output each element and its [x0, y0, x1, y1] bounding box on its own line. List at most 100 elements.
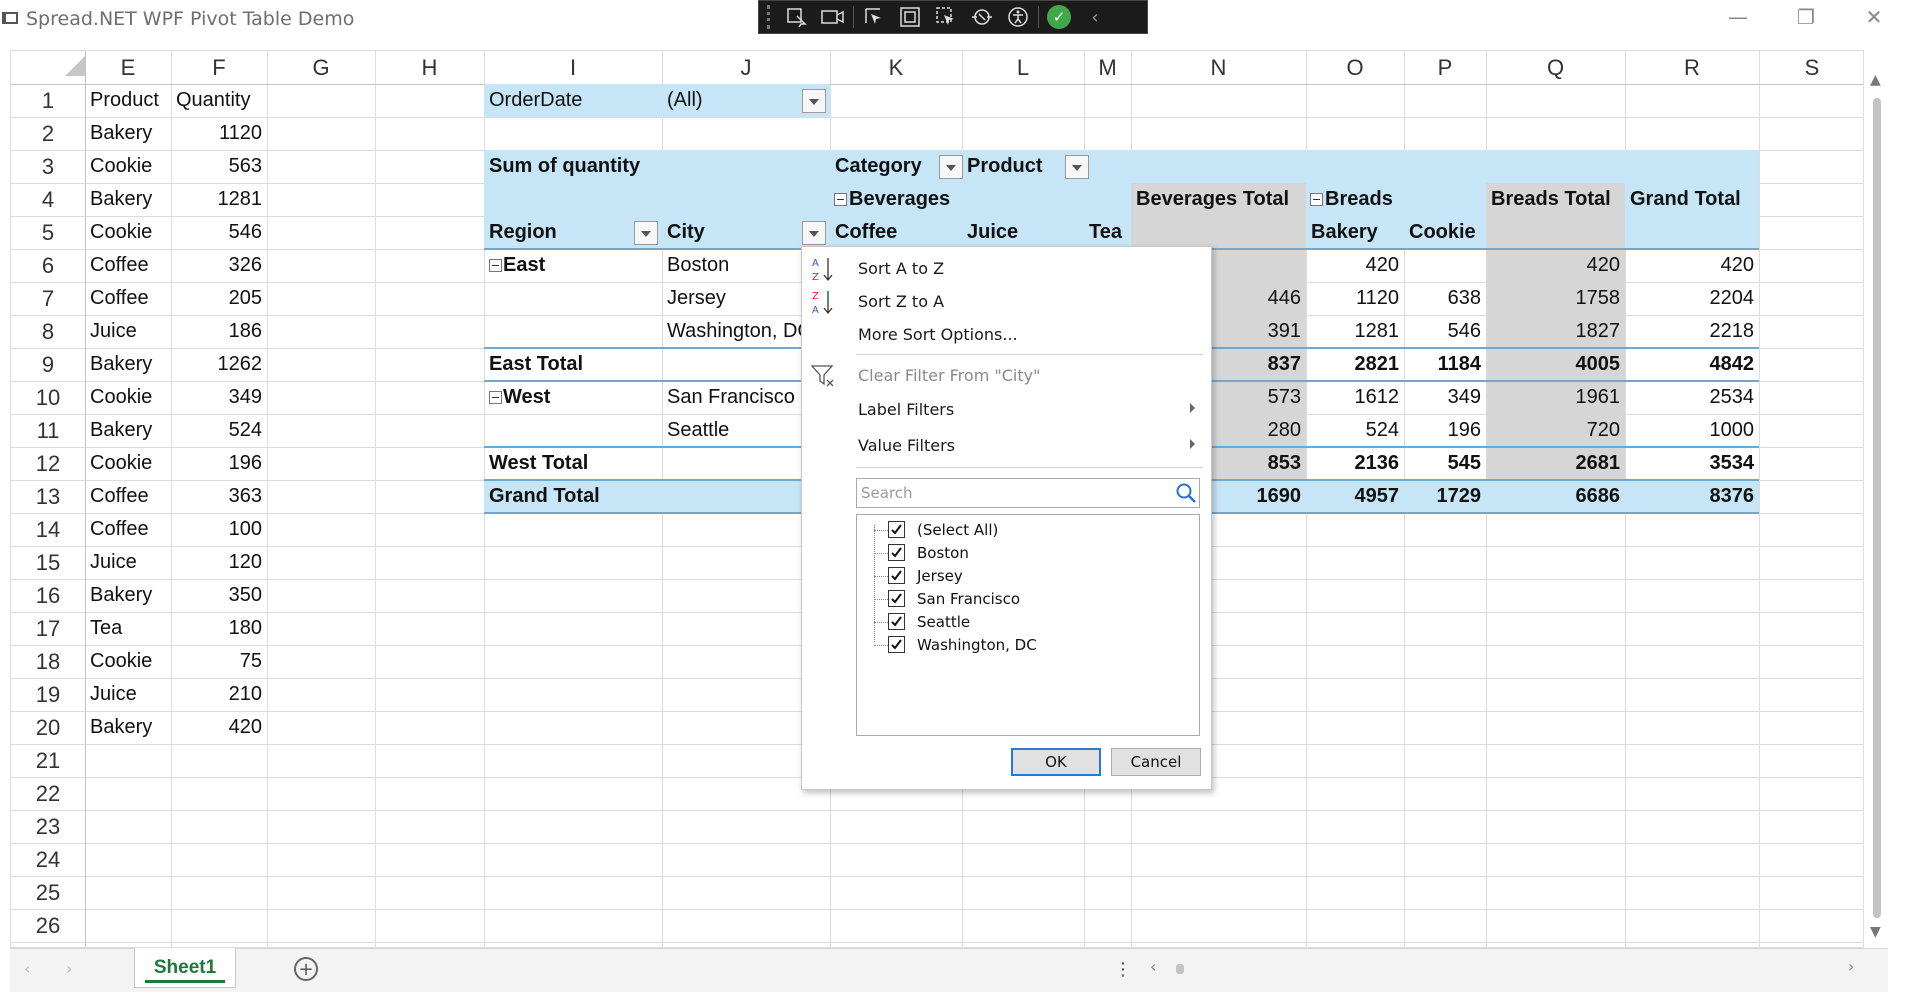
product-tea-header[interactable]: Tea: [1084, 216, 1131, 249]
column-header-i[interactable]: I: [484, 51, 662, 84]
row-header-8[interactable]: 8: [11, 315, 85, 348]
cookie-cell[interactable]: [1404, 249, 1486, 282]
checkbox-checked-icon[interactable]: [888, 544, 905, 561]
scroll-right-icon[interactable]: ›: [1848, 957, 1854, 976]
row-header-11[interactable]: 11: [11, 414, 85, 447]
bakery-cell[interactable]: 1612: [1306, 381, 1404, 414]
source-quantity-cell[interactable]: 196: [171, 447, 267, 480]
breads-header[interactable]: Breads: [1320, 183, 1486, 216]
product-bakery-header[interactable]: Bakery: [1306, 216, 1404, 249]
breads-total-cell[interactable]: 1827: [1486, 315, 1625, 348]
vertical-scrollbar[interactable]: ▲ ▼: [1866, 50, 1888, 948]
source-product-cell[interactable]: Bakery: [85, 117, 171, 150]
row-header-23[interactable]: 23: [11, 810, 85, 843]
source-product-cell[interactable]: Cookie: [85, 381, 171, 414]
binding-failures-icon[interactable]: [966, 3, 998, 31]
toolbar-grip-icon[interactable]: [767, 5, 777, 29]
row-header-22[interactable]: 22: [11, 777, 85, 810]
row-header-15[interactable]: 15: [11, 546, 85, 579]
row-header-18[interactable]: 18: [11, 645, 85, 678]
row-header-25[interactable]: 25: [11, 876, 85, 909]
source-quantity-cell[interactable]: 1262: [171, 348, 267, 381]
source-product-cell[interactable]: Bakery: [85, 711, 171, 744]
source-quantity-cell[interactable]: 100: [171, 513, 267, 546]
source-quantity-cell[interactable]: 326: [171, 249, 267, 282]
source-quantity-cell[interactable]: 524: [171, 414, 267, 447]
source-product-cell[interactable]: Cookie: [85, 447, 171, 480]
cookie-cell[interactable]: 1729: [1404, 480, 1486, 513]
row-header-24[interactable]: 24: [11, 843, 85, 876]
source-quantity-cell[interactable]: 205: [171, 282, 267, 315]
sort-z-to-a-item[interactable]: Z A Sort Z to A: [802, 286, 1207, 316]
column-header-l[interactable]: L: [962, 51, 1084, 84]
grand-total-cell[interactable]: 3534: [1625, 447, 1759, 480]
checkbox-checked-icon[interactable]: [888, 590, 905, 607]
row-header-3[interactable]: 3: [11, 150, 85, 183]
scroll-down-icon[interactable]: ▼: [1870, 924, 1881, 940]
source-header-product[interactable]: Product: [85, 84, 171, 117]
filter-check-item[interactable]: Boston: [857, 542, 1197, 564]
checkbox-checked-icon[interactable]: [888, 567, 905, 584]
sort-a-to-z-item[interactable]: A Z Sort A to Z: [802, 253, 1207, 283]
grand-total-cell[interactable]: 1000: [1625, 414, 1759, 447]
bakery-cell[interactable]: 1281: [1306, 315, 1404, 348]
beverages-total-header[interactable]: Beverages Total: [1131, 183, 1306, 216]
category-dropdown-icon[interactable]: [939, 155, 963, 179]
grand-total-header[interactable]: Grand Total: [1625, 183, 1759, 216]
cookie-cell[interactable]: 545: [1404, 447, 1486, 480]
region-cell[interactable]: East: [498, 249, 662, 282]
filter-check-item[interactable]: (Select All): [857, 519, 1197, 541]
source-header-quantity[interactable]: Quantity: [171, 84, 267, 117]
cookie-cell[interactable]: 638: [1404, 282, 1486, 315]
pivot-filter-label[interactable]: OrderDate: [484, 84, 662, 117]
row-header-16[interactable]: 16: [11, 579, 85, 612]
scroll-left-icon[interactable]: ‹: [1150, 957, 1156, 976]
pivot-data-label[interactable]: Sum of quantity: [484, 150, 830, 183]
source-product-cell[interactable]: Coffee: [85, 282, 171, 315]
column-header-o[interactable]: O: [1306, 51, 1404, 84]
product-coffee-header[interactable]: Coffee: [830, 216, 962, 249]
source-quantity-cell[interactable]: 1281: [171, 183, 267, 216]
source-quantity-cell[interactable]: 350: [171, 579, 267, 612]
breads-total-cell[interactable]: 1758: [1486, 282, 1625, 315]
row-header-5[interactable]: 5: [11, 216, 85, 249]
add-sheet-icon[interactable]: +: [294, 957, 318, 981]
checkbox-checked-icon[interactable]: [888, 636, 905, 653]
source-quantity-cell[interactable]: 75: [171, 645, 267, 678]
city-dropdown-icon[interactable]: [802, 221, 826, 245]
product-dropdown-icon[interactable]: [1065, 155, 1089, 179]
track-focus-icon[interactable]: [930, 3, 962, 31]
filter-check-item[interactable]: Jersey: [857, 565, 1197, 587]
filter-check-item[interactable]: Seattle: [857, 611, 1197, 633]
column-header-j[interactable]: J: [662, 51, 830, 84]
region-dropdown-icon[interactable]: [634, 221, 658, 245]
horizontal-scroll-thumb[interactable]: [1176, 964, 1184, 974]
scroll-up-icon[interactable]: ▲: [1870, 72, 1881, 88]
restore-button[interactable]: ❐: [1776, 0, 1836, 34]
close-button[interactable]: ✕: [1844, 0, 1904, 34]
column-header-r[interactable]: R: [1625, 51, 1759, 84]
source-product-cell[interactable]: Bakery: [85, 183, 171, 216]
split-handle-icon[interactable]: ⋮: [1114, 959, 1132, 980]
select-element-icon[interactable]: [781, 3, 813, 31]
source-quantity-cell[interactable]: 120: [171, 546, 267, 579]
region-cell[interactable]: [484, 414, 662, 447]
source-product-cell[interactable]: Bakery: [85, 579, 171, 612]
row-header-20[interactable]: 20: [11, 711, 85, 744]
product-juice-header[interactable]: Juice: [962, 216, 1084, 249]
checkbox-checked-icon[interactable]: [888, 521, 905, 538]
filter-check-item[interactable]: San Francisco: [857, 588, 1197, 610]
region-total-cell[interactable]: East Total: [484, 348, 662, 381]
region-total-cell[interactable]: West Total: [484, 447, 662, 480]
source-product-cell[interactable]: Coffee: [85, 480, 171, 513]
cookie-cell[interactable]: 1184: [1404, 348, 1486, 381]
source-product-cell[interactable]: Juice: [85, 546, 171, 579]
collapse-icon[interactable]: ‹: [1079, 3, 1111, 31]
column-header-h[interactable]: H: [375, 51, 484, 84]
product-cookie-header[interactable]: Cookie: [1404, 216, 1486, 249]
horizontal-scrollbar[interactable]: ‹ ›: [1140, 955, 1880, 983]
vertical-scroll-thumb[interactable]: [1873, 98, 1881, 918]
column-header-g[interactable]: G: [267, 51, 375, 84]
breads-total-cell[interactable]: 4005: [1486, 348, 1625, 381]
source-quantity-cell[interactable]: 546: [171, 216, 267, 249]
